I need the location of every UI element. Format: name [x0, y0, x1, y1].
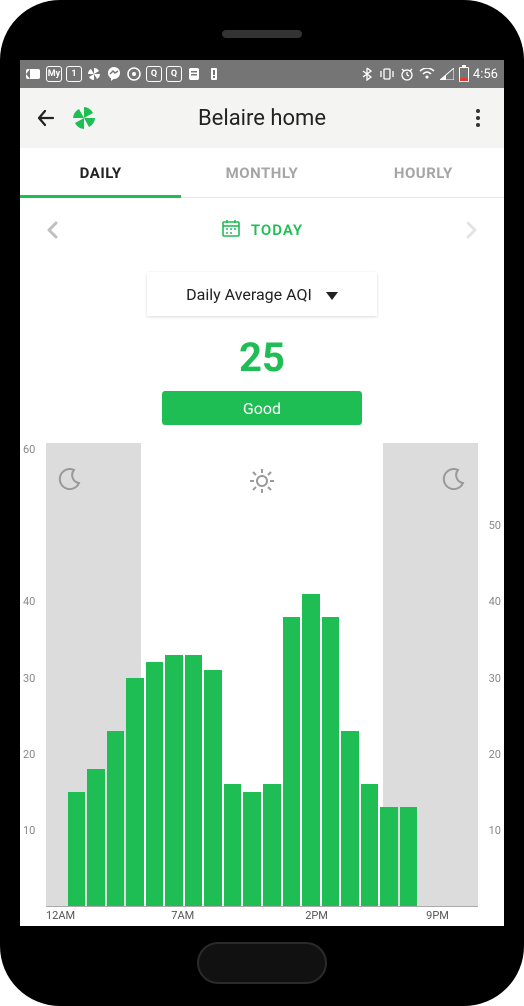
- y-tick: 10: [489, 824, 501, 837]
- y-tick: 30: [23, 672, 35, 685]
- bar: [322, 617, 340, 906]
- prev-day-button[interactable]: [44, 221, 62, 239]
- wifi-icon: [419, 66, 435, 82]
- page-title: Belaire home: [70, 106, 454, 131]
- app-badge-icon: 1: [66, 66, 82, 82]
- bar: [126, 678, 144, 907]
- date-display[interactable]: TODAY: [221, 218, 303, 242]
- app-badge-icon: Q: [146, 66, 162, 82]
- y-tick: 30: [489, 672, 501, 685]
- bar: [302, 594, 320, 906]
- next-day-button[interactable]: [462, 221, 480, 239]
- bar: [243, 792, 261, 906]
- bar: [224, 784, 242, 906]
- plot-area: 12AM 7AM 2PM 9PM: [46, 443, 478, 926]
- y-tick: 20: [23, 748, 35, 761]
- date-label: TODAY: [251, 221, 303, 239]
- warning-icon: [206, 66, 222, 82]
- alarm-icon: [399, 66, 415, 82]
- y-tick: 60: [23, 443, 35, 456]
- bar: [283, 617, 301, 906]
- bar: [400, 807, 418, 906]
- status-time: 4:56: [473, 67, 498, 82]
- tab-monthly[interactable]: MONTHLY: [181, 148, 342, 197]
- phone-speaker: [222, 30, 302, 38]
- bar: [185, 655, 203, 906]
- pinwheel-icon: [86, 66, 102, 82]
- bar: [68, 792, 86, 906]
- bar: [87, 769, 105, 906]
- date-navigator: TODAY: [20, 198, 504, 254]
- screen: My 1 Q Q: [20, 60, 504, 926]
- bar: [146, 662, 164, 906]
- messenger-icon: [106, 66, 122, 82]
- y-tick: 10: [23, 824, 35, 837]
- y-tick: 20: [489, 748, 501, 761]
- bar: [380, 807, 398, 906]
- tab-hourly[interactable]: HOURLY: [343, 148, 504, 197]
- y-tick: 50: [489, 519, 501, 532]
- app-header: Belaire home: [20, 88, 504, 148]
- x-tick: 12AM: [46, 909, 75, 922]
- back-button[interactable]: [34, 106, 58, 130]
- menu-button[interactable]: [466, 106, 490, 130]
- app-badge-icon: Q: [166, 66, 182, 82]
- signal-icon: [439, 66, 455, 82]
- bar: [165, 655, 183, 906]
- bar: [361, 784, 379, 906]
- aqi-value: 25: [20, 334, 504, 381]
- x-tick: 7AM: [171, 909, 194, 922]
- app-badge-icon: My: [46, 66, 62, 82]
- doc-icon: [186, 66, 202, 82]
- calendar-icon: [221, 218, 241, 242]
- vibrate-icon: [379, 66, 395, 82]
- bars: [46, 449, 478, 906]
- status-right: 4:56: [359, 66, 498, 82]
- tab-daily[interactable]: DAILY: [20, 148, 181, 197]
- target-icon: [126, 66, 142, 82]
- bar: [204, 670, 222, 906]
- status-bar: My 1 Q Q: [20, 60, 504, 88]
- y-tick: 40: [23, 595, 35, 608]
- tabs: DAILY MONTHLY HOURLY: [20, 148, 504, 198]
- chevron-down-icon: [326, 285, 338, 304]
- notification-icon: [26, 66, 42, 82]
- x-axis: 12AM 7AM 2PM 9PM: [46, 906, 478, 926]
- dropdown-label: Daily Average AQI: [186, 285, 312, 304]
- content: TODAY Daily Average AQI 25 Good: [20, 198, 504, 443]
- x-tick: 2PM: [305, 909, 328, 922]
- y-tick: 40: [489, 595, 501, 608]
- phone-home-button[interactable]: [197, 942, 327, 984]
- bar: [263, 784, 281, 906]
- y-axis-right: 50 40 30 20 10: [478, 443, 504, 926]
- battery-icon: [459, 67, 469, 82]
- x-tick: 9PM: [426, 909, 449, 922]
- metric-dropdown[interactable]: Daily Average AQI: [147, 272, 377, 316]
- y-axis-left: 60 40 30 20 10: [20, 443, 46, 926]
- status-left: My 1 Q Q: [26, 66, 222, 82]
- chart: 6040302010 12AM7AM2PM9PM 504: [20, 443, 504, 926]
- aqi-status-badge: Good: [162, 391, 362, 425]
- bluetooth-icon: [359, 66, 375, 82]
- bar: [107, 731, 125, 906]
- phone-frame: My 1 Q Q: [0, 0, 524, 1006]
- bar: [341, 731, 359, 906]
